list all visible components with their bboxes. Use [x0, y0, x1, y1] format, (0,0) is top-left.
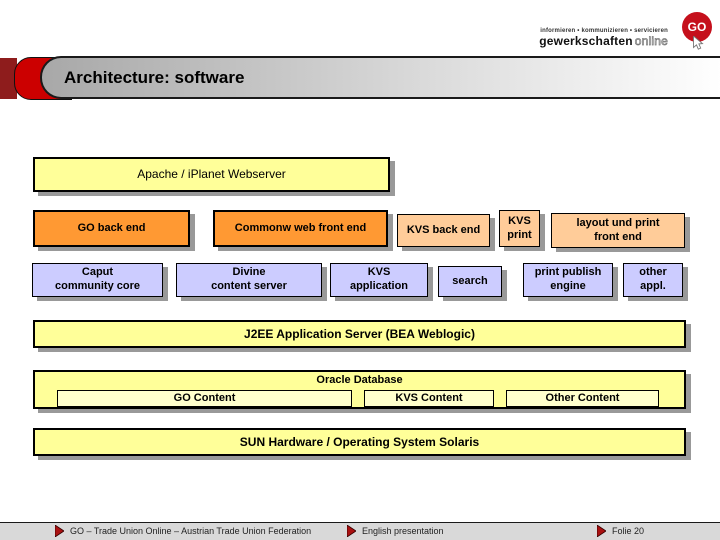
j2ee-server-box: J2EE Application Server (BEA Weblogic) [33, 320, 686, 348]
brand-name-bold: gewerkschaften [539, 33, 633, 48]
kvs-print-box: KVS print [499, 210, 540, 247]
footer-arrow-icon [55, 525, 64, 537]
kvs-content-box: KVS Content [364, 390, 494, 407]
mouse-cursor-icon [693, 36, 704, 50]
search-box: search [438, 266, 502, 297]
footer-left: GO – Trade Union Online – Austrian Trade… [55, 525, 311, 537]
divine-server-box: Divine content server [176, 263, 322, 297]
brand-logo: informieren • kommunizieren • serviciere… [539, 28, 668, 48]
webserver-box: Apache / iPlanet Webserver [33, 157, 390, 192]
go-balloon-label: GO [687, 20, 707, 34]
go-backend-box: GO back end [33, 210, 190, 247]
oracle-db-title: Oracle Database [316, 374, 403, 386]
brand-name-light: online [634, 33, 668, 48]
footer-center: English presentation [347, 525, 444, 537]
brand-name: gewerkschaften online [539, 33, 668, 48]
print-publish-box: print publish engine [523, 263, 613, 297]
footer-arrow-icon [347, 525, 356, 537]
footer-right: Folie 20 [597, 525, 644, 537]
layout-print-frontend-box: layout und print front end [551, 213, 685, 248]
other-content-box: Other Content [506, 390, 659, 407]
footer-arrow-icon [597, 525, 606, 537]
oracle-db-box: Oracle Database GO Content KVS Content O… [33, 370, 686, 409]
other-appl-box: other appl. [623, 263, 683, 297]
caput-core-box: Caput community core [32, 263, 163, 297]
page-title: Architecture: software [64, 67, 245, 87]
header-bar: Architecture: software [40, 56, 720, 99]
commonw-frontend-box: Commonw web front end [213, 210, 388, 247]
kvs-application-box: KVS application [330, 263, 428, 297]
go-content-box: GO Content [57, 390, 352, 407]
presentation-slide: informieren • kommunizieren • serviciere… [0, 0, 720, 540]
footer-center-label: English presentation [362, 526, 444, 536]
sun-hardware-box: SUN Hardware / Operating System Solaris [33, 428, 686, 456]
footer-left-label: GO – Trade Union Online – Austrian Trade… [70, 526, 312, 536]
kvs-backend-box: KVS back end [397, 214, 490, 247]
footer-page-number: Folie 20 [612, 526, 645, 536]
